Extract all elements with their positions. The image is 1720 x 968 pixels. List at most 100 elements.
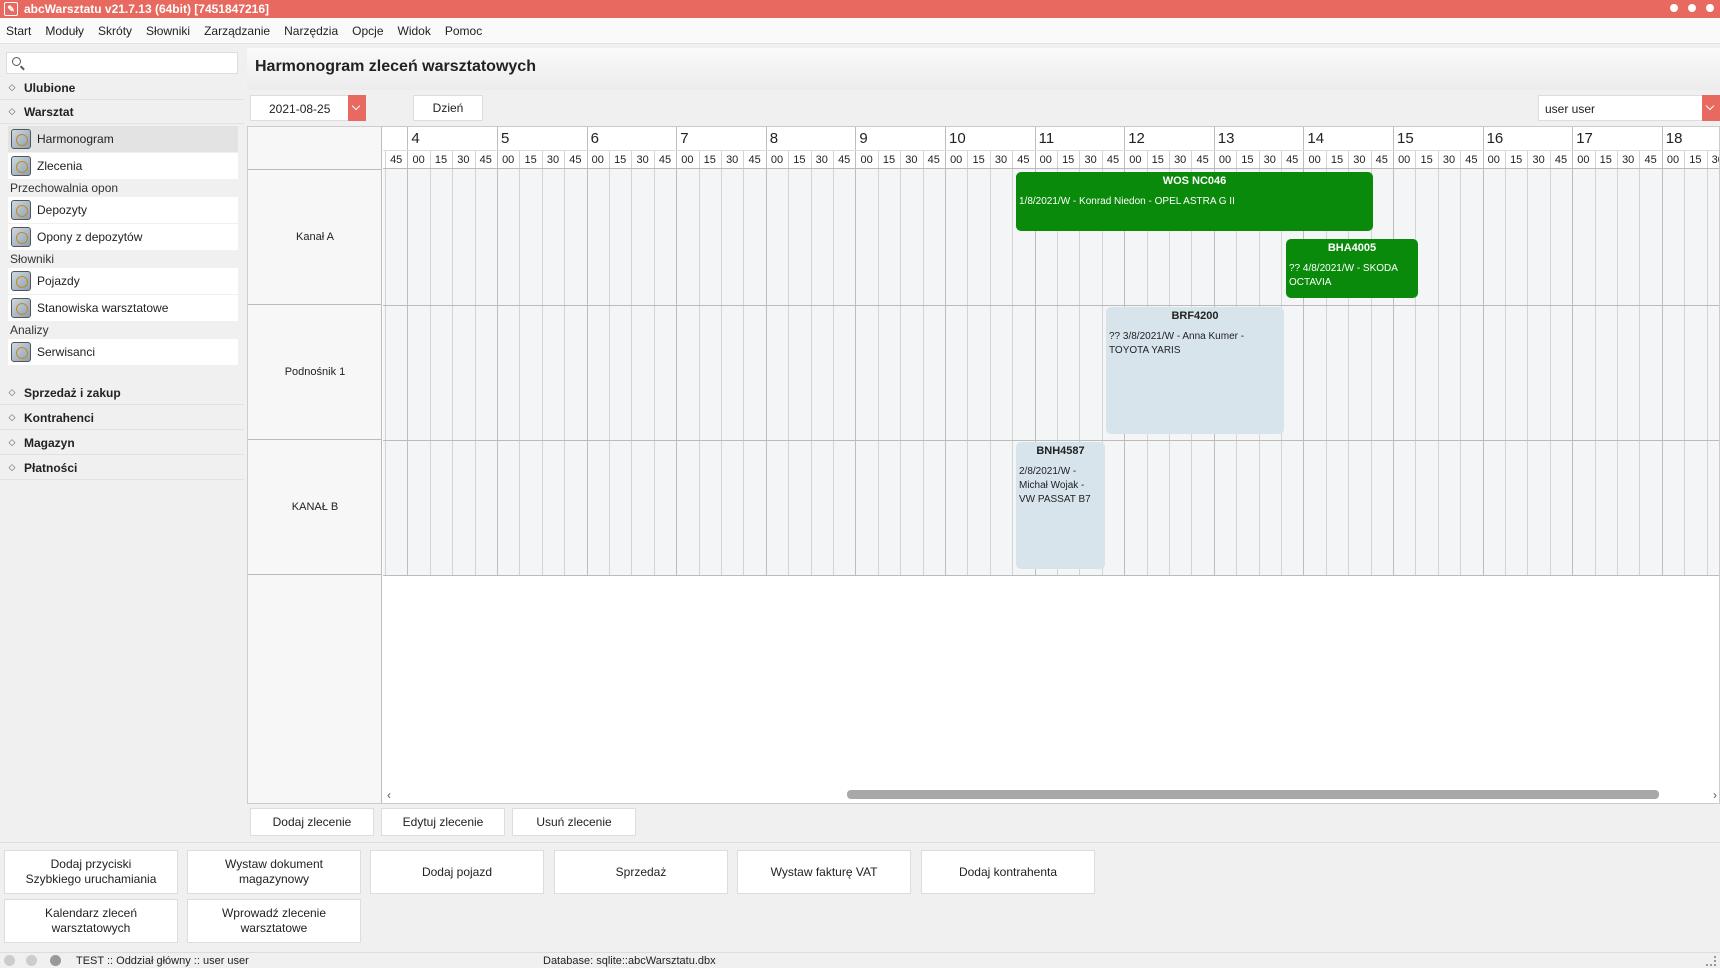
menu-bar: Start Moduły Skróty Słowniki Zarządzanie… bbox=[0, 18, 1720, 44]
hour-label: 8 bbox=[769, 130, 779, 147]
minute-label: 15 bbox=[1151, 154, 1164, 166]
minute-label: 45 bbox=[658, 154, 672, 166]
menu-shortcuts[interactable]: Skróty bbox=[98, 24, 132, 38]
date-picker[interactable]: 2021-08-25 bbox=[250, 95, 366, 121]
hour-label: 12 bbox=[1128, 130, 1145, 147]
sidebar-item-vehicles[interactable]: Pojazdy bbox=[8, 268, 238, 294]
add-vehicle-button[interactable]: Dodaj pojazd bbox=[370, 850, 544, 894]
schedule-grid[interactable]: 4 5 6 7 8 9 10 11 12 13 14 15 16 17 18 45 00 15 30 45 00 15 3… bbox=[383, 127, 1719, 803]
event-plate: BNH4587 bbox=[1036, 445, 1085, 457]
maximize-button[interactable] bbox=[1688, 4, 1696, 12]
minimize-button[interactable] bbox=[1670, 4, 1678, 12]
minute-gridline bbox=[609, 151, 610, 575]
resource-row-label: Podnośnik 1 bbox=[248, 305, 382, 440]
scrollbar-thumb[interactable] bbox=[847, 790, 1659, 799]
section-favorites[interactable]: ◇ Ulubione bbox=[0, 76, 244, 100]
menu-dictionaries[interactable]: Słowniki bbox=[146, 24, 190, 38]
minute-label: 15 bbox=[1062, 154, 1075, 166]
minute-label: 00 bbox=[1039, 154, 1052, 166]
minute-label: 15 bbox=[1241, 154, 1254, 166]
minute-gridline bbox=[698, 151, 700, 575]
section-contractors[interactable]: ◇ Kontrahenci bbox=[0, 406, 244, 430]
edit-order-button[interactable]: Edytuj zlecenie bbox=[381, 808, 505, 836]
hour-label: 10 bbox=[949, 130, 966, 147]
horizontal-scrollbar[interactable]: ‹ › bbox=[383, 785, 1719, 803]
hour-gridline bbox=[945, 127, 946, 575]
section-sales[interactable]: ◇ Sprzedaż i zakup bbox=[0, 381, 244, 405]
menu-management[interactable]: Zarządzanie bbox=[204, 24, 270, 38]
minute-gridline bbox=[1617, 151, 1618, 575]
page-title: Harmonogram zleceń warsztatowych bbox=[255, 58, 536, 75]
resize-grip-icon[interactable] bbox=[1706, 956, 1716, 966]
minute-label: 15 bbox=[1510, 154, 1523, 166]
sale-button[interactable]: Sprzedaż bbox=[554, 850, 728, 894]
sidebar-item-servicemen[interactable]: Serwisanci bbox=[8, 339, 238, 365]
day-view-button[interactable]: Dzień bbox=[413, 95, 483, 121]
event-card[interactable]: BNH4587 2/8/2021/W - Michał Wojak - VW P… bbox=[1016, 442, 1105, 569]
event-card[interactable]: BRF4200 ?? 3/8/2021/W - Anna Kumer - TOY… bbox=[1106, 307, 1284, 434]
chevron-right-icon[interactable]: › bbox=[1713, 788, 1717, 802]
minute-gridline bbox=[1437, 151, 1439, 575]
add-order-button[interactable]: Dodaj zlecenie bbox=[250, 808, 374, 836]
enter-order-button[interactable]: Wprowadź zlecenie warsztatowe bbox=[187, 899, 361, 943]
menu-start[interactable]: Start bbox=[6, 24, 31, 38]
minute-gridline bbox=[653, 151, 655, 575]
menu-tools[interactable]: Narzędzia bbox=[284, 24, 338, 38]
user-select[interactable]: user user bbox=[1538, 95, 1720, 121]
chevron-icon: ◇ bbox=[8, 387, 16, 397]
event-card[interactable]: WOS NC046 1/8/2021/W - Konrad Niedon - O… bbox=[1016, 172, 1373, 231]
chevron-icon: ◇ bbox=[8, 462, 16, 472]
minute-label: 30 bbox=[1532, 154, 1545, 166]
menu-view[interactable]: Widok bbox=[398, 24, 431, 38]
sidebar-item-label: Zlecenia bbox=[37, 159, 83, 173]
section-label: Ulubione bbox=[24, 80, 76, 95]
minute-label: 30 bbox=[994, 154, 1008, 166]
deposits-icon bbox=[11, 200, 31, 220]
main-header: Harmonogram zleceń warsztatowych bbox=[247, 48, 1720, 90]
minute-gridline bbox=[1706, 151, 1708, 575]
minute-label: 15 bbox=[882, 154, 896, 166]
warehouse-document-button[interactable]: Wystaw dokument magazynowy bbox=[187, 850, 361, 894]
sidebar-item-workstations[interactable]: Stanowiska warsztatowe bbox=[8, 295, 238, 321]
sidebar-item-orders[interactable]: Zlecenia bbox=[8, 153, 238, 179]
chevron-down-icon[interactable] bbox=[1702, 95, 1720, 121]
search-input[interactable] bbox=[27, 54, 232, 72]
section-workshop[interactable]: ◇ Warsztat bbox=[0, 100, 244, 124]
section-warehouse[interactable]: ◇ Magazyn bbox=[0, 431, 244, 455]
event-description: ?? 3/8/2021/W - Anna Kumer - TOYOTA YARI… bbox=[1109, 331, 1245, 356]
vehicle-icon bbox=[11, 271, 31, 291]
add-contractor-button[interactable]: Dodaj kontrahenta bbox=[921, 850, 1095, 894]
minute-label: 15 bbox=[793, 154, 806, 166]
minute-gridline bbox=[1505, 151, 1506, 575]
sidebar-item-tires-from-deposits[interactable]: Opony z depozytów bbox=[8, 224, 238, 250]
chevron-down-icon[interactable] bbox=[348, 95, 366, 121]
minute-gridline bbox=[1012, 151, 1014, 575]
vat-invoice-button[interactable]: Wystaw fakturę VAT bbox=[737, 850, 911, 894]
menu-modules[interactable]: Moduły bbox=[45, 24, 84, 38]
close-button[interactable] bbox=[1706, 4, 1714, 12]
minute-label: 00 bbox=[1398, 154, 1411, 166]
orders-calendar-button[interactable]: Kalendarz zleceń warsztatowych bbox=[4, 899, 178, 943]
sidebar-item-schedule[interactable]: Harmonogram bbox=[8, 126, 238, 152]
menu-options[interactable]: Opcje bbox=[352, 24, 383, 38]
status-session: TEST :: Oddział główny :: user user bbox=[76, 955, 249, 967]
sidebar-item-deposits[interactable]: Depozyty bbox=[8, 197, 238, 223]
minute-label: 45 bbox=[1465, 154, 1478, 166]
minute-gridline bbox=[743, 151, 745, 575]
minute-label: 30 bbox=[546, 154, 560, 166]
event-card[interactable]: BHA4005 ?? 4/8/2021/W - SKODA OCTAVIA bbox=[1286, 239, 1418, 298]
menu-help[interactable]: Pomoc bbox=[445, 24, 482, 38]
hour-gridline bbox=[407, 127, 409, 575]
section-payments[interactable]: ◇ Płatności bbox=[0, 456, 244, 480]
minute-gridline bbox=[900, 151, 902, 575]
minute-gridline bbox=[541, 151, 543, 575]
minute-label: 15 bbox=[1689, 154, 1702, 166]
resource-row-label: Kanał A bbox=[248, 170, 382, 305]
hour-label: 11 bbox=[1038, 130, 1055, 147]
delete-order-button[interactable]: Usuń zlecenie bbox=[512, 808, 636, 836]
chevron-left-icon[interactable]: ‹ bbox=[387, 788, 391, 802]
sidebar-item-label: Pojazdy bbox=[37, 274, 80, 288]
add-quick-launch-button[interactable]: Dodaj przyciski Szybkiego uruchamiania bbox=[4, 850, 178, 894]
tires-icon bbox=[11, 227, 31, 247]
schedule-icon bbox=[11, 129, 31, 149]
